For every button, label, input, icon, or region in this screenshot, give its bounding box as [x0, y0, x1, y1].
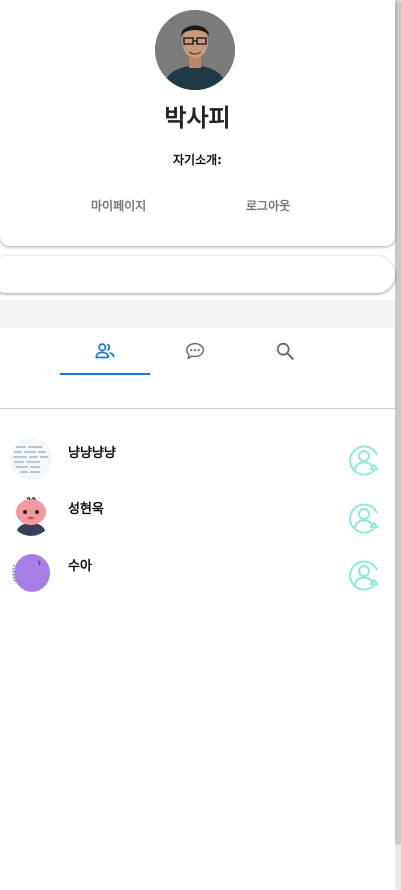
- friend-profile-icon[interactable]: [346, 557, 382, 593]
- scrollbar[interactable]: [395, 0, 401, 890]
- profile-name: 박사피: [164, 104, 231, 132]
- mypage-link[interactable]: 마이페이지: [91, 197, 146, 214]
- scrollbar-thumb[interactable]: [395, 0, 401, 845]
- friend-profile-icon[interactable]: [346, 500, 382, 536]
- pink-cartoon-avatar: [10, 494, 52, 536]
- profile-avatar: [155, 10, 235, 90]
- bio-label: 자기소개:: [173, 153, 222, 167]
- friend-name: 냥냥냥냥: [68, 446, 116, 461]
- friends-icon: [94, 340, 116, 366]
- tab-chats[interactable]: [150, 338, 240, 374]
- friend-profile-icon[interactable]: [346, 442, 382, 478]
- list-divider: [0, 408, 395, 409]
- section-band: [0, 300, 395, 328]
- text-pattern-avatar: [10, 438, 52, 480]
- friend-row[interactable]: 수아: [0, 551, 395, 595]
- active-tab-indicator: [60, 373, 150, 375]
- logout-link[interactable]: 로그아웃: [246, 197, 290, 214]
- profile-card: 박사피 자기소개: 마이페이지 로그아웃: [0, 0, 395, 246]
- friend-row[interactable]: 성현욱: [0, 494, 395, 538]
- friend-name: 수아: [68, 559, 92, 574]
- purple-blob-avatar: [10, 551, 52, 593]
- tab-search[interactable]: [240, 338, 330, 374]
- search-icon: [274, 340, 296, 366]
- friend-row[interactable]: 냥냥냥냥: [0, 438, 395, 482]
- friend-name: 성현욱: [68, 502, 104, 517]
- tab-friends[interactable]: [60, 338, 150, 374]
- chat-bubble-icon: [184, 340, 206, 366]
- search-bar[interactable]: [0, 256, 395, 293]
